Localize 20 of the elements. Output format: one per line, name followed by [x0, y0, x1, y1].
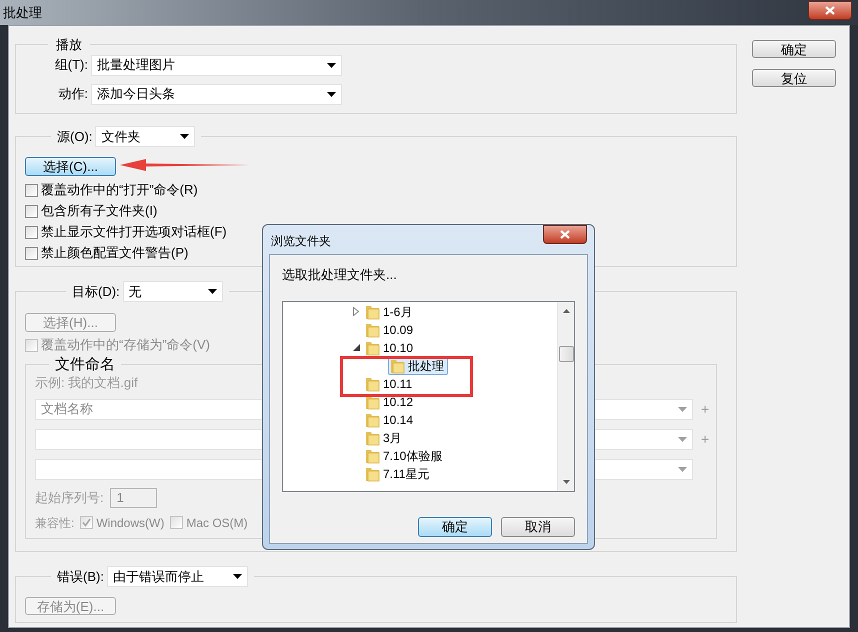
checkbox-label: 禁止颜色配置文件警告(P): [41, 246, 188, 260]
checkbox-label: 覆盖动作中的“存储为”命令(V): [41, 338, 210, 352]
dialog-title: 浏览文件夹: [271, 233, 331, 250]
field-label: 目标(D):: [72, 282, 120, 301]
checkbox-label: Windows(W): [96, 516, 164, 530]
group-title: 播放: [56, 37, 82, 52]
example-text: 示例: 我的文档.gif: [35, 374, 138, 390]
checkbox-label: 禁止显示文件打开选项对话框(F): [41, 225, 227, 239]
field-label: 兼容性:: [35, 514, 74, 532]
prompt-text: 选取批处理文件夹...: [282, 266, 398, 284]
field-label: 起始序列号:: [35, 488, 104, 507]
checkbox-label: Mac OS(M): [186, 516, 248, 530]
field-label: 错误(B):: [57, 568, 104, 586]
checkbox-label: 覆盖动作中的“打开”命令(R): [41, 183, 198, 197]
field-label: 组(T):: [54, 56, 88, 74]
field-label: 动作:: [58, 85, 88, 104]
checkbox-label: 包含所有子文件夹(I): [41, 204, 158, 218]
field-label: 源(O):: [57, 128, 92, 146]
window-title: 批处理: [3, 4, 42, 22]
group-title: 文件命名: [55, 356, 115, 373]
